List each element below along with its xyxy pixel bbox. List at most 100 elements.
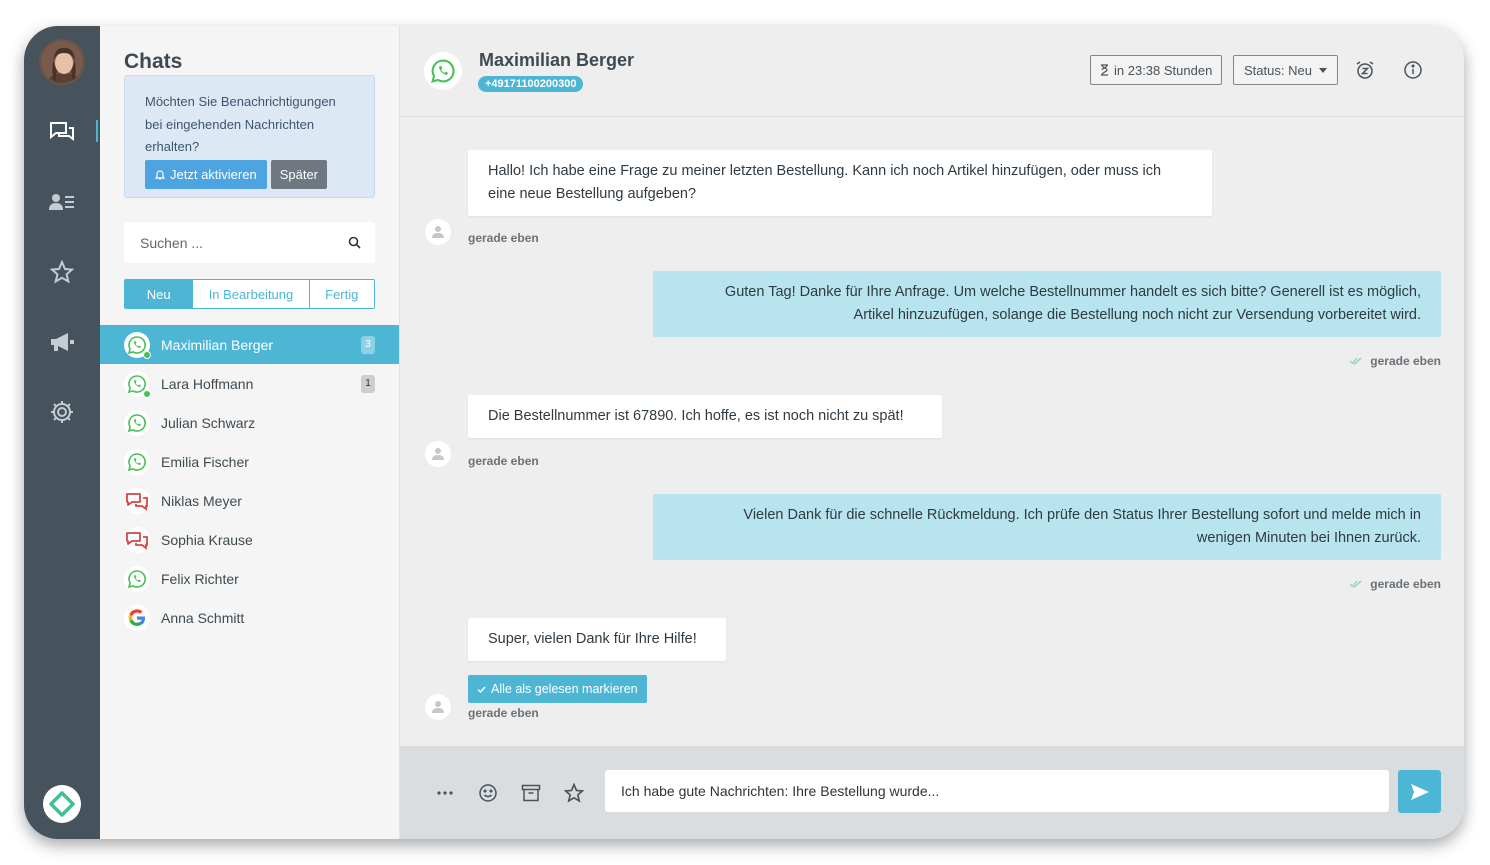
info-icon[interactable] [1402,59,1424,81]
contact-item[interactable]: Julian Schwarz [100,403,399,442]
chat-list-title: Chats [124,50,183,73]
app-window: Chats Möchten Sie Benachrichtigungen bei… [24,26,1464,839]
rail-active-indicator [96,120,98,142]
contact-name: Sophia Krause [161,531,253,548]
activate-notifications-button[interactable]: Jetzt aktivieren [145,159,267,189]
outgoing-message: Vielen Dank für die schnelle Rückmeldung… [653,494,1441,560]
message-time: gerade eben [1370,354,1441,368]
archive-icon[interactable] [520,782,542,804]
message-line: Guten Tag! Danke für Ihre Anfrage. Um we… [724,284,1421,300]
conversation-header: Maximilian Berger +49171100200300 in 23:… [400,26,1464,117]
double-check-icon [1349,580,1362,588]
later-button[interactable]: Später [270,159,328,189]
contact-name: Maximilian Berger [161,336,274,353]
mark-all-read-label: Alle als gelesen markieren [491,682,638,696]
whatsapp-icon [124,370,151,398]
status-filter-tabs: Neu In Bearbeitung Fertig [124,279,375,309]
user-avatar[interactable] [39,39,85,85]
contact-item[interactable]: Emilia Fischer [100,442,399,481]
phone-badge: +49171100200300 [478,76,584,92]
chats-icon[interactable] [48,118,76,146]
contact-avatar-icon [425,219,451,245]
unread-badge: 3 [361,335,375,354]
chevron-down-icon [1318,67,1327,73]
outgoing-message: Guten Tag! Danke für Ihre Anfrage. Um we… [653,271,1441,337]
contact-list: Maximilian Berger 3 Lara Hoffmann 1 Juli… [100,325,399,637]
contact-item[interactable]: Niklas Meyer [100,481,399,520]
message-line: Artikel hinzuzufügen, solange die Bestel… [853,307,1421,323]
message-time: gerade eben [1370,577,1441,591]
contact-title: Maximilian Berger [479,50,635,70]
message-time: gerade eben [468,231,539,245]
message-line: Die Bestellnummer ist 67890. Ich hoffe, … [488,408,904,424]
megaphone-icon[interactable] [48,328,76,356]
filter-label: In Bearbeitung [208,286,294,302]
search-input[interactable] [140,234,348,251]
filter-fertig[interactable]: Fertig [309,280,374,308]
filter-label: Neu [146,286,171,302]
emoji-icon[interactable] [477,782,499,804]
online-indicator [143,389,151,398]
whatsapp-icon [124,448,150,475]
contact-name: Julian Schwarz [161,414,256,431]
mark-all-read-button[interactable]: Alle als gelesen markieren [468,675,647,703]
contact-item[interactable]: Sophia Krause [100,520,399,559]
contact-name: Niklas Meyer [161,492,242,509]
chat-list-panel: Chats Möchten Sie Benachrichtigungen bei… [100,26,400,839]
filter-neu[interactable]: Neu [125,280,194,308]
whatsapp-icon [124,565,150,592]
chat-bubbles-icon [124,487,150,514]
star-icon[interactable] [563,782,585,804]
contact-name: Lara Hoffmann [161,375,254,392]
icon-rail [24,26,100,839]
message-meta: gerade eben [1349,577,1441,591]
google-icon [124,604,150,631]
notification-prompt: Möchten Sie Benachrichtigungen bei einge… [124,75,375,198]
incoming-message: Die Bestellnummer ist 67890. Ich hoffe, … [468,395,942,438]
more-options-icon[interactable] [434,782,456,804]
brand-logo [43,785,81,823]
contacts-icon[interactable] [48,188,76,216]
contact-item[interactable]: Felix Richter [100,559,399,598]
send-button[interactable] [1398,770,1441,813]
message-meta: gerade eben [1349,354,1441,368]
whatsapp-icon [124,409,150,436]
filter-label: Fertig [325,286,359,302]
filter-in-bearbeitung[interactable]: In Bearbeitung [193,280,310,308]
search-icon[interactable] [348,236,361,249]
contact-item[interactable]: Maximilian Berger 3 [100,325,399,364]
message-line: wenigen Minuten bei Ihnen zurück. [1196,530,1421,546]
message-input[interactable] [605,770,1389,812]
contact-item[interactable]: Lara Hoffmann 1 [100,364,399,403]
timer-label: in 23:38 Stunden [1114,62,1213,78]
activate-label: Jetzt aktivieren [170,166,257,182]
message-line: eine neue Bestellung aufgeben? [488,186,697,202]
incoming-message: Super, vielen Dank für Ihre Hilfe! [468,618,726,661]
contact-item[interactable]: Anna Schmitt [100,598,399,637]
contact-name: Felix Richter [161,570,239,587]
search-box [124,222,375,263]
incoming-message: Hallo! Ich habe eine Frage zu meiner let… [468,150,1212,216]
gear-icon[interactable] [48,398,76,426]
snooze-alarm-icon[interactable] [1354,59,1376,81]
status-label: Status: Neu [1244,62,1312,78]
message-line: Vielen Dank für die schnelle Rückmeldung… [743,507,1421,523]
star-icon[interactable] [48,258,76,286]
conversation-panel: Maximilian Berger +49171100200300 in 23:… [400,26,1464,839]
notification-text: Möchten Sie Benachrichtigungen bei einge… [145,94,336,154]
status-dropdown[interactable]: Status: Neu [1233,55,1338,85]
unread-badge: 1 [361,374,375,393]
check-icon [477,686,486,693]
message-line: Super, vielen Dank für Ihre Hilfe! [488,631,697,647]
contact-avatar-icon [425,694,451,720]
message-time: gerade eben [468,454,539,468]
timer-button[interactable]: in 23:38 Stunden [1090,55,1223,85]
bell-icon [155,169,165,180]
whatsapp-icon [424,52,462,90]
contact-avatar-icon [425,441,451,467]
contact-name: Anna Schmitt [161,609,245,626]
message-composer [400,746,1464,839]
hourglass-icon [1101,64,1108,76]
whatsapp-icon [124,331,151,359]
send-icon [1410,783,1429,800]
